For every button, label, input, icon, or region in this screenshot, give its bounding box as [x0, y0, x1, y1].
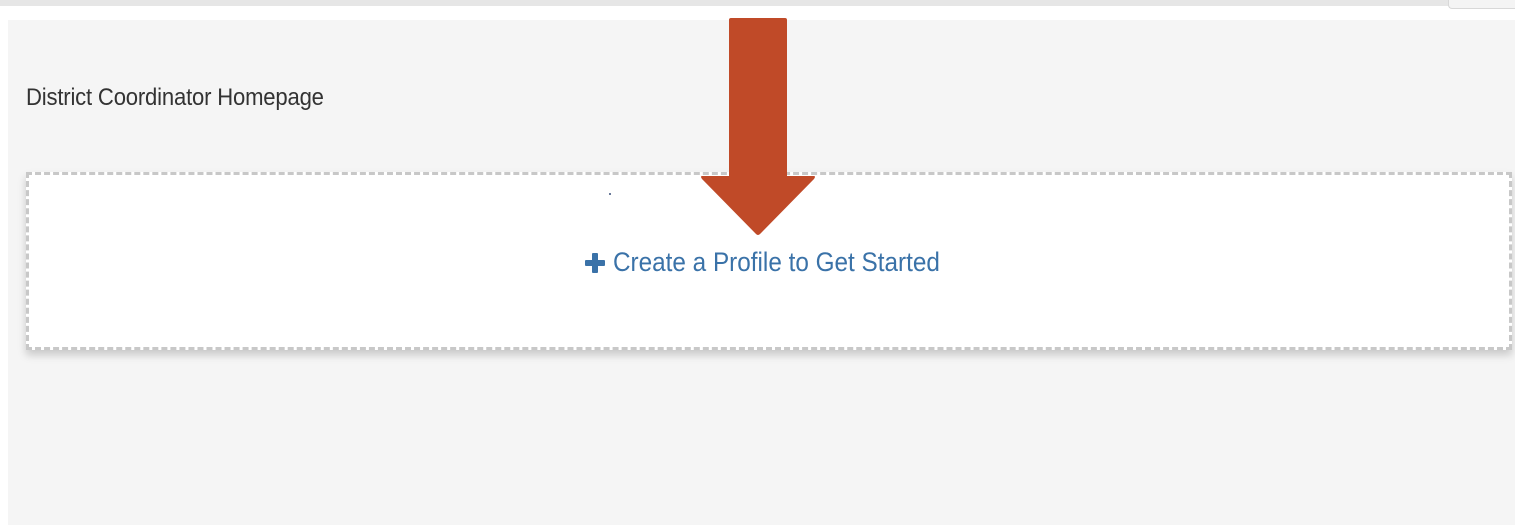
page-title: District Coordinator Homepage [26, 84, 324, 111]
create-profile-label: Create a Profile to Get Started [613, 247, 940, 277]
down-arrow-icon [701, 18, 815, 235]
top-bar [0, 0, 1515, 6]
down-arrow-shape [701, 18, 815, 235]
create-profile-link[interactable]: Create a Profile to Get Started [585, 247, 976, 278]
app-window: District Coordinator Homepage Create a P… [0, 0, 1515, 525]
corner-tab [1448, 0, 1515, 9]
stray-dot [609, 193, 611, 195]
plus-icon [585, 252, 605, 273]
